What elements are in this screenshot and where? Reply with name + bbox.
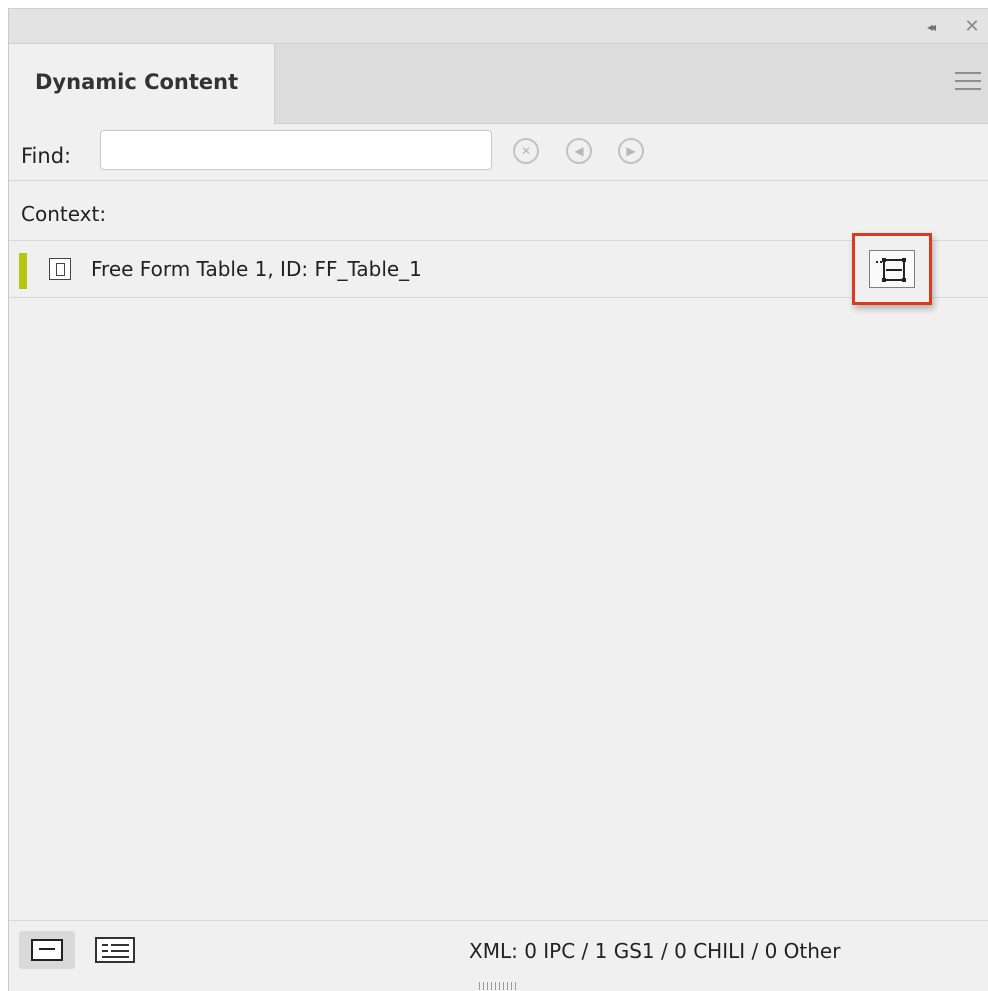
item-color-marker xyxy=(19,253,27,289)
close-icon[interactable]: ✕ xyxy=(961,16,983,38)
tab-dynamic-content[interactable]: Dynamic Content xyxy=(9,44,275,125)
content-counts: XML: 0 IPC / 1 GS1 / 0 CHILI / 0 Other xyxy=(469,939,841,963)
list-item[interactable]: Free Form Table 1, ID: FF_Table_1 xyxy=(9,233,988,305)
find-input[interactable] xyxy=(100,130,492,170)
tab-bar: Dynamic Content xyxy=(9,44,988,125)
next-result-icon[interactable]: ▶ xyxy=(618,138,644,164)
collapse-panel-icon[interactable]: ◂◂ xyxy=(919,18,941,36)
resize-grip[interactable] xyxy=(479,982,519,990)
previous-result-icon[interactable]: ◀ xyxy=(566,138,592,164)
dynamic-content-panel: ◂◂ ✕ Dynamic Content Find: ✕ ◀ ▶ Context… xyxy=(8,8,988,991)
edit-selection-button[interactable] xyxy=(852,233,932,305)
list-view-icon[interactable] xyxy=(95,937,135,963)
tab-label: Dynamic Content xyxy=(35,70,239,94)
context-label: Context: xyxy=(21,202,107,226)
content-list: Free Form Table 1, ID: FF_Table_1 xyxy=(9,233,988,920)
table-frame-icon xyxy=(49,258,71,280)
divider xyxy=(9,180,988,181)
hamburger-menu-icon[interactable] xyxy=(955,72,981,94)
edit-selection-icon xyxy=(869,250,915,288)
single-view-button[interactable] xyxy=(19,931,75,969)
find-label: Find: xyxy=(21,144,72,168)
clear-search-icon[interactable]: ✕ xyxy=(513,138,539,164)
single-view-icon xyxy=(31,939,63,961)
item-label: Free Form Table 1, ID: FF_Table_1 xyxy=(91,257,422,281)
panel-title-strip: ◂◂ ✕ xyxy=(9,8,988,44)
status-bar: XML: 0 IPC / 1 GS1 / 0 CHILI / 0 Other xyxy=(9,920,988,978)
